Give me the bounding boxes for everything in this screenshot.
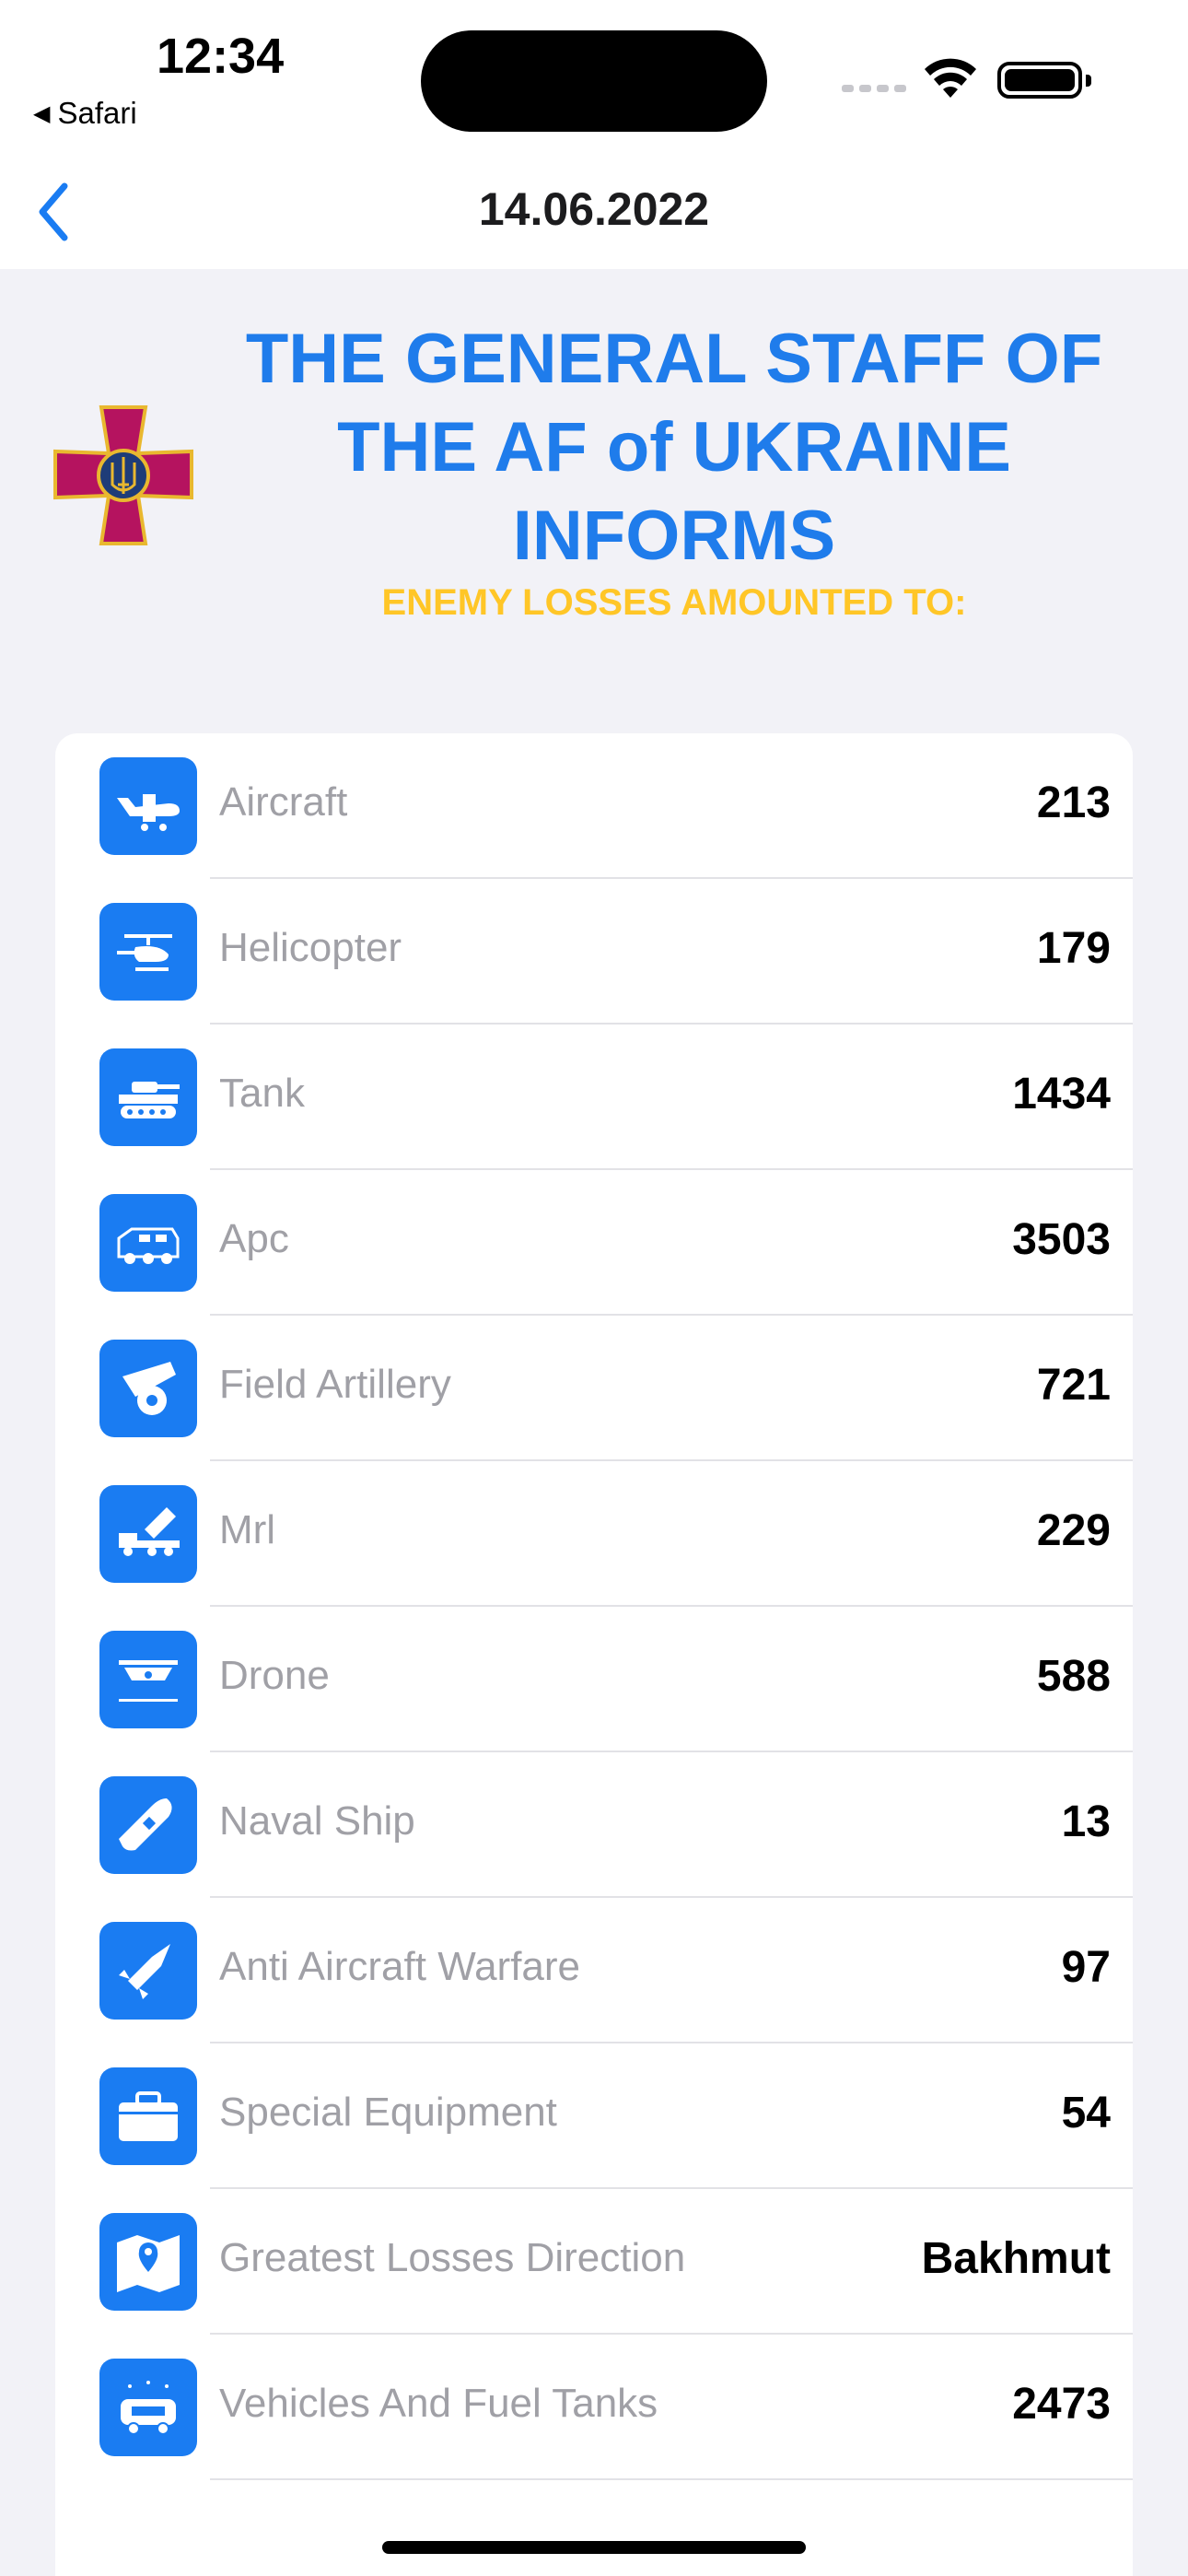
item-label: Naval Ship: [219, 1798, 415, 1844]
navigation-bar: 14.06.2022: [0, 157, 1188, 269]
item-value: 179: [1036, 924, 1111, 973]
list-item[interactable]: Naval Ship 13: [55, 1752, 1133, 1898]
item-label: Special Equipment: [219, 2090, 557, 2135]
list-item[interactable]: Drone 588: [55, 1607, 1133, 1752]
list-item[interactable]: Field Artillery 721: [55, 1316, 1133, 1461]
list-item[interactable]: Helicopter 179: [55, 879, 1133, 1025]
item-label: Aircraft: [219, 779, 348, 825]
item-value: Bakhmut: [921, 2234, 1111, 2283]
aircraft-icon: [99, 757, 197, 855]
apc-icon: [99, 1194, 197, 1292]
item-label: Vehicles And Fuel Tanks: [219, 2381, 658, 2426]
item-value: 721: [1036, 1361, 1111, 1410]
item-value: 588: [1036, 1652, 1111, 1701]
page-title: 14.06.2022: [478, 183, 710, 235]
item-label: Mrl: [219, 1507, 276, 1552]
ship-icon: [99, 1776, 197, 1874]
home-indicator[interactable]: [382, 2541, 806, 2554]
drone-icon: [99, 1631, 197, 1728]
tank-icon: [99, 1048, 197, 1146]
losses-list: Aircraft 213 Helicopter 179 Tank 1434 Ap…: [55, 733, 1133, 2576]
item-label: Field Artillery: [219, 1362, 451, 1407]
item-value: 97: [1061, 1943, 1111, 1992]
item-label: Apc: [219, 1216, 289, 1261]
map-pin-icon: [99, 2213, 197, 2311]
fuel-truck-icon: [99, 2359, 197, 2456]
list-item[interactable]: Aircraft 213: [55, 733, 1133, 879]
list-item[interactable]: Anti Aircraft Warfare 97: [55, 1898, 1133, 2043]
cannon-icon: [99, 1340, 197, 1437]
status-bar: 12:34 ◀ Safari: [0, 0, 1188, 157]
report-header: THE GENERAL STAFF OF THE AF of UKRAINE I…: [0, 269, 1188, 638]
back-app-label: Safari: [57, 96, 137, 130]
list-item[interactable]: Apc 3503: [55, 1170, 1133, 1316]
item-value: 213: [1036, 779, 1111, 827]
item-label: Helicopter: [219, 925, 402, 970]
report-title: THE GENERAL STAFF OF THE AF of UKRAINE I…: [245, 320, 1103, 575]
helicopter-icon: [99, 903, 197, 1001]
item-label: Greatest Losses Direction: [219, 2235, 686, 2280]
armed-forces-emblem-icon: [53, 405, 193, 545]
item-value: 229: [1036, 1506, 1111, 1555]
back-triangle-icon: ◀: [33, 100, 51, 126]
list-item[interactable]: Mrl 229: [55, 1461, 1133, 1607]
back-to-app-link[interactable]: ◀ Safari: [33, 96, 137, 131]
item-label: Tank: [219, 1071, 305, 1116]
item-value: 2473: [1012, 2380, 1111, 2429]
missile-icon: [99, 1922, 197, 2020]
item-value: 13: [1061, 1797, 1111, 1846]
item-label: Drone: [219, 1653, 330, 1698]
status-time: 12:34: [157, 29, 285, 84]
wifi-icon: [925, 58, 976, 98]
rocket-launcher-icon: [99, 1485, 197, 1583]
list-item[interactable]: Tank 1434: [55, 1025, 1133, 1170]
list-item[interactable]: Special Equipment 54: [55, 2043, 1133, 2189]
item-label: Anti Aircraft Warfare: [219, 1944, 581, 1989]
cellular-signal-icon: [842, 85, 906, 92]
item-value: 1434: [1012, 1070, 1111, 1118]
toolbox-icon: [99, 2067, 197, 2165]
report-subtitle: ENEMY LOSSES AMOUNTED TO:: [381, 582, 967, 623]
list-item[interactable]: Greatest Losses Direction Bakhmut: [55, 2189, 1133, 2335]
item-value: 3503: [1012, 1215, 1111, 1264]
item-value: 54: [1061, 2089, 1111, 2137]
battery-icon: [997, 62, 1091, 99]
dynamic-island: [421, 30, 767, 132]
divider: [210, 2478, 1133, 2480]
list-item[interactable]: Vehicles And Fuel Tanks 2473: [55, 2335, 1133, 2480]
